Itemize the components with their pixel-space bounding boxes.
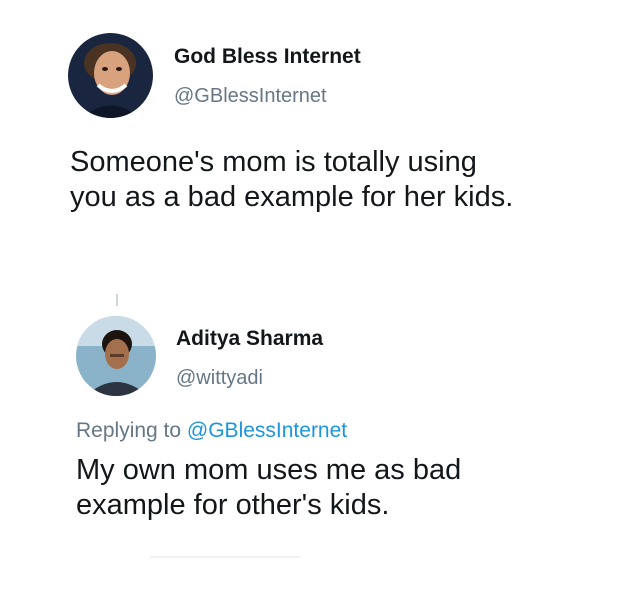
reply-author-name[interactable]: Aditya Sharma	[176, 327, 323, 351]
tweet-text-line-2: you as a bad example for her kids.	[70, 181, 514, 214]
reply-text-line-1: My own mom uses me as bad	[76, 454, 462, 486]
reply-text-line-2: example for other's kids.	[76, 489, 390, 522]
replying-to-line: Replying to @GBlessInternet	[76, 419, 347, 443]
profile-photo-icon	[68, 33, 153, 118]
reply-author-handle[interactable]: @wittyadi	[176, 367, 263, 390]
avatar-aditya-sharma[interactable]	[76, 316, 156, 396]
avatar-god-bless-internet[interactable]	[68, 33, 153, 118]
tweet-text-line-1: Someone's mom is totally using	[70, 146, 477, 178]
replying-to-mention-link[interactable]: @GBlessInternet	[187, 419, 347, 442]
reply-text: My own mom uses me as bad example for ot…	[76, 453, 461, 524]
tweet-author-name[interactable]: God Bless Internet	[174, 45, 361, 69]
divider	[150, 556, 300, 558]
replying-to-prefix: Replying to	[76, 419, 182, 442]
profile-photo-icon	[76, 316, 156, 396]
tweet-author-handle[interactable]: @GBlessInternet	[174, 85, 327, 108]
thread-connector-line	[116, 294, 118, 306]
tweet-text: Someone's mom is totally using you as a …	[70, 145, 513, 216]
